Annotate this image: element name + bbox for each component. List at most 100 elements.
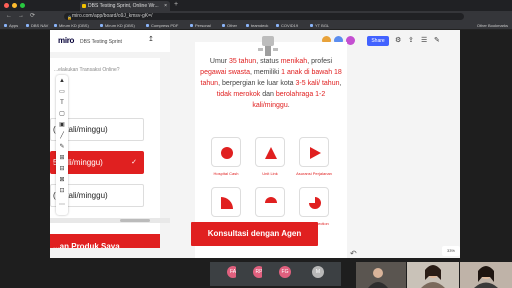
screen: DBS Testing Sprint, Online Wr... × + ← →…	[0, 0, 512, 288]
product-tile-transaksi-online[interactable]	[255, 187, 285, 217]
upload-icon[interactable]: ↥	[148, 35, 154, 43]
bookmark-item[interactable]: YT BGL	[310, 22, 329, 30]
folder-icon	[222, 24, 225, 28]
miro-header: miro DBS Testing Sprint ↥	[50, 30, 170, 52]
bookmark-icon	[54, 24, 57, 28]
reload-icon[interactable]: ⟳	[30, 13, 35, 20]
url-field[interactable]: 🔒 miro.com/app/board/o9J_kmsv-gK=/	[64, 13, 464, 20]
play-icon	[310, 147, 321, 159]
product-cta-button[interactable]: ...an Produk Saya	[50, 234, 160, 248]
description-text: , profesi	[307, 58, 333, 65]
select-tool-icon[interactable]: ▲	[58, 77, 66, 85]
bookmark-icon	[26, 24, 29, 28]
description-text: , berpergian ke luar kota	[218, 80, 296, 87]
share-button[interactable]: Share	[367, 36, 389, 46]
apps-grid-icon	[4, 24, 7, 28]
participant-video[interactable]	[407, 262, 459, 288]
product-label: Asuransi Perjalanan	[296, 171, 332, 176]
bookmark-item[interactable]: Mirum KD (DBS)	[100, 22, 135, 30]
check-icon: ✓	[131, 159, 137, 166]
consult-agent-button[interactable]: Konsultasi dengan Agen	[191, 222, 318, 246]
persona-description: Umur 35 tahun, status menikah, profesi p…	[199, 56, 343, 111]
collaborator-avatar[interactable]	[346, 36, 355, 45]
menu-icon[interactable]: ☰	[421, 36, 427, 44]
minimize-window-button[interactable]	[12, 3, 17, 8]
participant-tile[interactable]: M	[295, 262, 341, 286]
miro-toolbar: ▲ ▭ T ▢ ▣ ╱ ✎ ⊞ ⊟ ⊠ ⊡ ⋯	[56, 75, 68, 215]
browser-tab[interactable]: DBS Testing Sprint, Online Wr... ×	[80, 1, 170, 11]
address-bar-row: ← → ⟳ 🔒 miro.com/app/board/o9J_kmsv-gK=/	[0, 11, 512, 22]
participant-video[interactable]	[460, 262, 512, 288]
maximize-window-button[interactable]	[20, 3, 25, 8]
product-tile-hospital-cash[interactable]	[211, 137, 241, 167]
settings-icon[interactable]: ⚙	[395, 36, 401, 44]
highlighted-text: menikah	[280, 58, 308, 65]
product-tile-unit-link[interactable]	[255, 137, 285, 167]
miro-logo[interactable]: miro	[58, 36, 74, 45]
horizontal-scrollbar[interactable]	[50, 218, 170, 223]
bookmark-icon	[310, 24, 313, 28]
other-bookmarks[interactable]: Other Bookmarks	[477, 22, 508, 30]
person-silhouette-icon	[368, 268, 388, 288]
bookmark-item[interactable]: DBS NAV	[26, 22, 48, 30]
tab-title: DBS Testing Sprint, Online Wr...	[88, 3, 159, 9]
right-panel	[460, 30, 512, 258]
highlighted-text: tidak merokok	[216, 91, 261, 98]
back-arrow-icon[interactable]: ←	[6, 13, 12, 20]
bookmark-item[interactable]: Compress PDF	[146, 22, 178, 30]
highlighted-text: 35 tahun	[228, 58, 257, 65]
zoom-level[interactable]: 33%	[442, 246, 460, 256]
description-text: .	[287, 102, 290, 109]
grid-tool-icon[interactable]: ⊞	[58, 154, 66, 162]
close-window-button[interactable]	[4, 3, 9, 8]
participant-video[interactable]	[356, 262, 406, 288]
url-text: miro.com/app/board/o9J_kmsv-gK=/	[72, 13, 153, 19]
product-tile-automobile-insurance[interactable]	[211, 187, 241, 217]
bookmark-item[interactable]: Personal	[190, 22, 211, 30]
highlighted-text: pegawai swasta	[200, 69, 250, 76]
description-text: ,	[339, 80, 342, 87]
robot-illustration-icon	[258, 36, 278, 56]
new-tab-button[interactable]: +	[174, 1, 178, 8]
half-circle-icon	[265, 197, 277, 203]
undo-icon[interactable]: ↶	[350, 249, 357, 258]
product-tile-fraud-protection[interactable]	[299, 187, 329, 217]
card-tool-icon[interactable]: ⊠	[58, 176, 66, 184]
board-name[interactable]: DBS Testing Sprint	[80, 39, 122, 45]
bookmark-icon	[100, 24, 103, 28]
participant-avatar: M	[312, 266, 324, 278]
bookmark-item[interactable]: Mirum KD (DBS)	[54, 22, 89, 30]
scrollbar-thumb[interactable]	[120, 219, 150, 222]
export-icon[interactable]: ⇪	[408, 36, 414, 44]
folder-icon	[190, 24, 193, 28]
miro-board-canvas[interactable]: Share ⚙ ⇪ ☰ ✎ Umur 35 tahun, status meni…	[170, 30, 460, 258]
triangle-icon	[265, 147, 277, 159]
window-controls	[4, 3, 25, 8]
embed-tool-icon[interactable]: ⊡	[58, 187, 66, 195]
sticky-note-icon[interactable]: ▢	[58, 110, 66, 118]
line-tool-icon[interactable]: ╱	[58, 132, 66, 140]
sector-icon	[309, 197, 321, 209]
description-text: Umur	[209, 58, 229, 65]
pen-tool-icon[interactable]: ✎	[58, 143, 66, 151]
more-tools-icon[interactable]: ⋯	[58, 201, 66, 209]
bookmarks-bar: Apps DBS NAV Mirum KD (DBS) Mirum KD (DB…	[0, 22, 512, 30]
forward-arrow-icon[interactable]: →	[18, 13, 24, 20]
close-tab-icon[interactable]: ×	[164, 1, 167, 11]
frame-tool-icon[interactable]: ▭	[58, 88, 66, 96]
table-tool-icon[interactable]: ⊟	[58, 165, 66, 173]
person-silhouette-icon	[474, 266, 498, 288]
text-tool-icon[interactable]: T	[58, 99, 66, 107]
product-tile-asuransi-perjalanan[interactable]	[299, 137, 329, 167]
bookmark-item[interactable]: teamdeck	[246, 22, 268, 30]
bookmark-item[interactable]: Apps	[4, 22, 18, 30]
description-text: , memiliki	[249, 69, 282, 76]
person-silhouette-icon	[421, 265, 445, 288]
edit-icon[interactable]: ✎	[434, 36, 440, 44]
highlighted-text: 3-5 kali/ tahun	[295, 80, 340, 87]
shape-tool-icon[interactable]: ▣	[58, 121, 66, 129]
participant-avatar: FG	[279, 266, 291, 278]
lock-icon: 🔒	[67, 15, 72, 20]
bookmark-item[interactable]: Other	[222, 22, 237, 30]
bookmark-item[interactable]: COVID19	[276, 22, 298, 30]
